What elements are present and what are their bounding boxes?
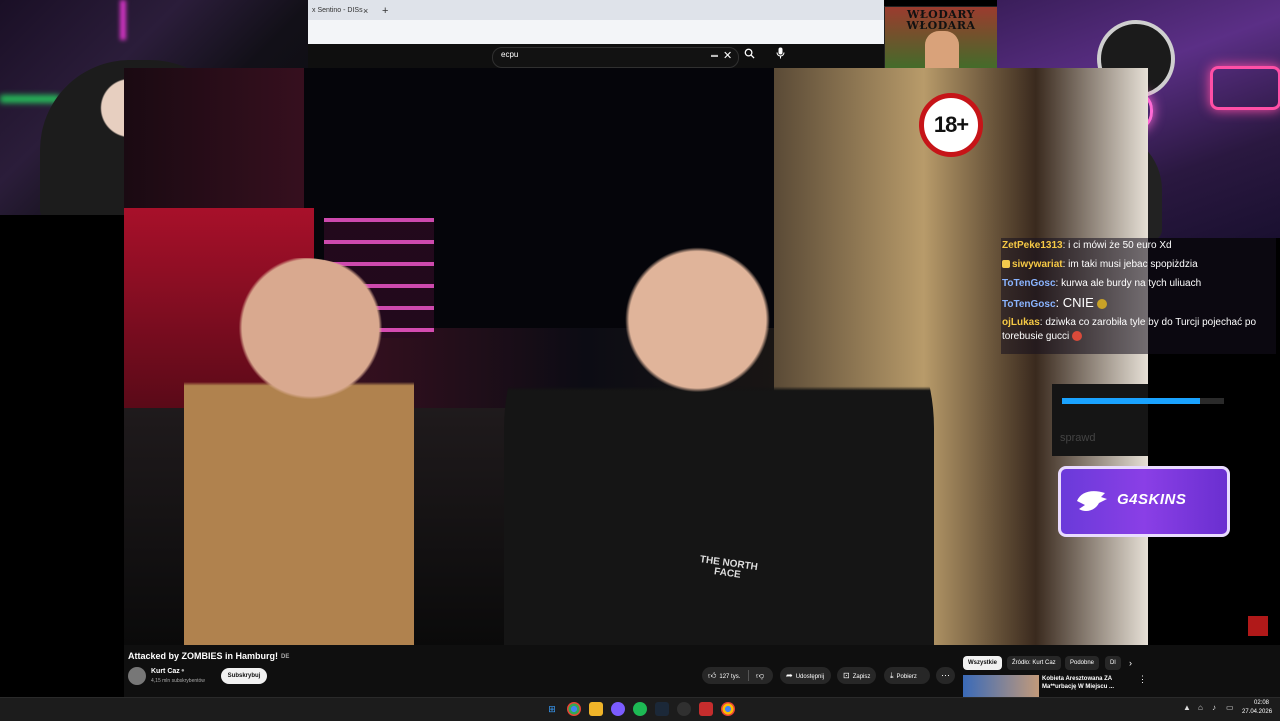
widget-label: sprawd	[1060, 432, 1096, 444]
subscriber-count: 4,15 mln subskrybentów	[151, 678, 205, 684]
channel-name[interactable]: Kurt Caz	[151, 668, 180, 675]
chat-username[interactable]: ojLukas	[1002, 317, 1040, 328]
save-label: Zapisz	[852, 674, 871, 680]
chip-source[interactable]: Źródło: Kurt Caz	[1007, 656, 1061, 670]
search-input[interactable]: ecpu ▬ ✕	[492, 47, 739, 68]
chevron-up-icon[interactable]: ▲	[1183, 703, 1191, 712]
download-label: Pobierz	[896, 674, 917, 680]
avatar[interactable]	[128, 667, 146, 685]
clock-time[interactable]: 02:08	[1254, 700, 1269, 706]
chat-emote-icon	[1096, 299, 1107, 309]
new-tab-button[interactable]: +	[382, 2, 388, 20]
clear-search-icon[interactable]: ✕	[723, 49, 732, 62]
terminal-icon[interactable]	[699, 702, 713, 716]
chat-message: ToTenGosc: kurwa ale burdy na tych uliua…	[1002, 277, 1276, 291]
keyboard-icon[interactable]: ▬	[711, 52, 718, 59]
chat-text: : i ci mówi że 50 euro Xd	[1062, 240, 1172, 251]
share-label: Udostępnij	[795, 674, 825, 680]
video-info-bar: Attacked by ZOMBIES in Hamburg! DE Kurt C…	[124, 645, 1280, 697]
chat-username[interactable]: ToTenGosc	[1002, 299, 1056, 310]
related-video-thumbnail[interactable]	[963, 675, 1039, 697]
messenger-icon[interactable]	[611, 702, 625, 716]
panther-icon	[1077, 491, 1107, 511]
more-actions-button[interactable]: ⋯	[936, 667, 955, 684]
chat-message: siwywariat: im taki musi jebac spopiżdzi…	[1002, 258, 1276, 272]
like-count: 127 tys.	[719, 674, 741, 680]
save-button[interactable]: ⊡ Zapisz	[837, 667, 876, 684]
video-title: Attacked by ZOMBIES in Hamburg! DE	[128, 651, 289, 661]
neon-light-green	[0, 95, 60, 103]
language-badge: DE	[281, 654, 290, 660]
subscribe-button[interactable]: Subskrybuj	[221, 668, 267, 684]
file-explorer-icon[interactable]	[589, 702, 603, 716]
progress-bar	[1062, 398, 1224, 404]
chat-message: ZetPeke1313: i ci mówi że 50 euro Xd	[1002, 239, 1276, 253]
windows-taskbar: ⊞ ▲ ⌂ ♪ ▭ 02:08 27.04.2026	[0, 697, 1280, 721]
person-left	[184, 258, 414, 645]
browser-tab-strip: x Sentino - DISs × +	[308, 0, 884, 44]
chip-all[interactable]: Wszystkie	[963, 656, 1003, 670]
windows-icon[interactable]: ⊞	[545, 702, 559, 716]
chevron-right-icon[interactable]: ›	[1129, 656, 1132, 670]
search-query[interactable]: ecpu	[501, 50, 518, 59]
stream-chat-overlay: ZetPeke1313: i ci mówi że 50 euro Xd siwy…	[1001, 238, 1276, 354]
related-video-title[interactable]: Kobieta Aresztowana ZA Ma**urbację W Mie…	[1042, 675, 1132, 691]
chip-more[interactable]: Dl	[1105, 656, 1121, 670]
neon-sign-house	[1210, 66, 1280, 110]
chat-text: : dziwka co zarobiła tyle by do Turcji p…	[1002, 317, 1257, 342]
tab-close-icon[interactable]: ×	[363, 2, 368, 20]
progress-fill	[1062, 398, 1200, 404]
chat-text: : im taki musi jebac spopiżdzia	[1062, 259, 1198, 270]
poster-title: WŁODARY WŁODARA	[906, 8, 976, 32]
bookmark-icon: ⊡	[843, 671, 850, 680]
thumbs-down-icon[interactable]: 👎︎	[756, 667, 764, 684]
chat-text: : kurwa ale burdy na tych uliuach	[1055, 278, 1202, 289]
chat-emote-icon	[1072, 331, 1083, 341]
poster-figure	[925, 31, 959, 71]
network-icon[interactable]: ⌂	[1198, 703, 1203, 712]
youtube-topbar: ecpu ▬ ✕	[308, 44, 884, 68]
volume-icon[interactable]: ♪	[1212, 703, 1216, 712]
browser-tab[interactable]: x Sentino - DISs	[308, 2, 382, 20]
video-title-text: Attacked by ZOMBIES in Hamburg!	[128, 651, 279, 661]
chat-message: ToTenGosc: CNIE	[1002, 296, 1276, 312]
search-icon[interactable]	[740, 47, 758, 65]
neon-light-pink	[120, 0, 126, 40]
steam-icon[interactable]	[655, 702, 669, 716]
person-center	[504, 228, 934, 645]
obs-icon[interactable]	[677, 702, 691, 716]
chat-badge-icon	[1002, 260, 1010, 268]
chat-username[interactable]: siwywariat	[1012, 259, 1063, 270]
share-button[interactable]: ➦ Udostępnij	[780, 667, 831, 684]
verified-icon: ●	[181, 668, 185, 674]
age-rating-badge: 18+	[919, 93, 983, 157]
sponsor-banner[interactable]: G4SKINS	[1058, 466, 1230, 537]
chrome-icon[interactable]	[567, 702, 581, 716]
video-player[interactable]: THE NORTH FACE	[124, 68, 1148, 645]
chat-username[interactable]: ToTenGosc	[1002, 278, 1056, 289]
thumbs-up-icon: 👍︎	[708, 671, 717, 680]
battery-icon[interactable]: ▭	[1226, 703, 1234, 712]
goal-widget: sprawd	[1052, 384, 1224, 456]
sponsor-name: G4SKINS	[1117, 491, 1187, 508]
spotify-icon[interactable]	[633, 702, 647, 716]
kebab-menu-icon[interactable]: ⋮	[1138, 674, 1147, 685]
wall-poster: WŁODARY WŁODARA	[884, 6, 998, 72]
download-button[interactable]: ⤓ Pobierz	[884, 667, 930, 684]
chat-text: : CNIE	[1055, 295, 1094, 310]
divider	[748, 670, 749, 681]
tab-title: x Sentino - DISs	[312, 7, 363, 14]
chrome-alt-icon[interactable]	[721, 702, 735, 716]
like-button[interactable]: 👍︎ 127 tys. 👎︎	[702, 667, 773, 684]
share-icon: ➦	[786, 671, 793, 680]
chat-username[interactable]: ZetPeke1313	[1002, 240, 1063, 251]
download-icon: ⤓	[890, 671, 894, 680]
chip-similar[interactable]: Podobne	[1065, 656, 1100, 670]
chat-message: ojLukas: dziwka co zarobiła tyle by do T…	[1002, 316, 1276, 344]
mic-icon[interactable]	[771, 47, 789, 65]
channel-watermark	[1248, 616, 1268, 636]
clock-date[interactable]: 27.04.2026	[1242, 709, 1272, 715]
browser-toolbar	[308, 20, 884, 44]
